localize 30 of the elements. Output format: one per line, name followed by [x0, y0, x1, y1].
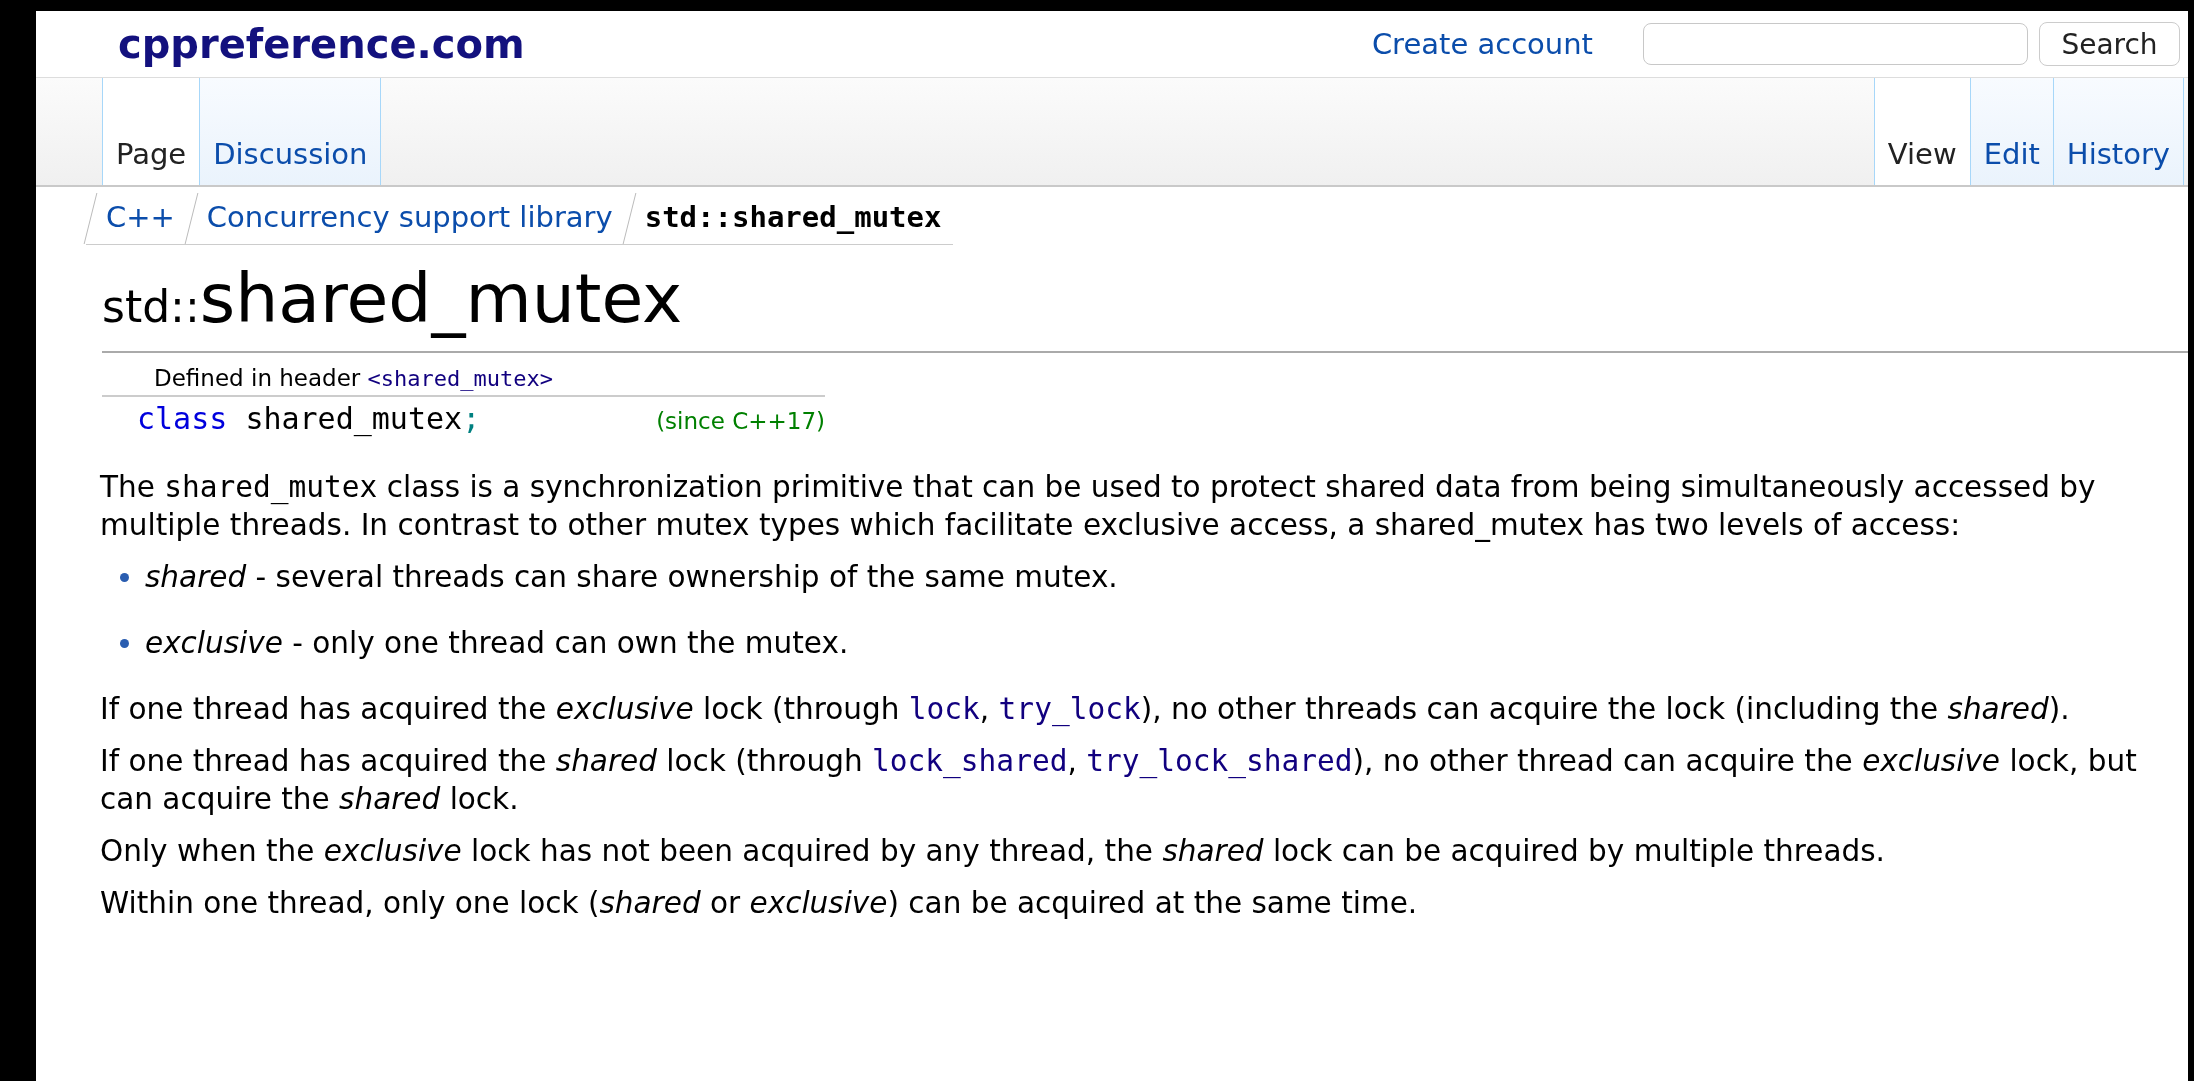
- code-link[interactable]: try_lock_shared: [1086, 744, 1353, 778]
- action-tab[interactable]: History: [2052, 78, 2184, 185]
- list-item: shared - several threads can share ownership of the same mutex.: [145, 559, 1118, 596]
- bullet-icon: [120, 638, 129, 648]
- paragraph: Only when the exclusive lock has not been acquired by any thread, the shared lock can be acquired by multiple threads.: [100, 833, 1886, 870]
- bullet-icon: [120, 572, 129, 582]
- action-tab[interactable]: Edit: [1969, 78, 2054, 185]
- header-label: Defined in header: [154, 365, 361, 391]
- code-link[interactable]: try_lock: [998, 692, 1141, 726]
- since-label: (since C++17): [656, 408, 825, 434]
- page-title: std::shared_mutex: [102, 259, 2188, 353]
- list-item: exclusive - only one thread can own the mutex.: [145, 625, 849, 662]
- breadcrumb-current[interactable]: std::shared_mutex: [624, 189, 954, 245]
- action-tab[interactable]: View: [1873, 78, 1971, 185]
- paragraph: If one thread has acquired the exclusive lock (through lock, try_lock), no other threads can acquire the lock (including the shared).: [100, 691, 2071, 728]
- class-declaration: class shared_mutex;: [137, 401, 481, 436]
- search-button[interactable]: Search: [2039, 22, 2180, 66]
- paragraph: The shared_mutex class is a synchronization primitive that can be used to protect shared data from being simultaneously accessed by multiple threads. In contrast to other mutex types which facilitate exclusive access, a shared_mutex has two levels of access:: [100, 469, 2097, 544]
- breadcrumb-link[interactable]: Concurrency support library: [186, 189, 625, 245]
- breadcrumb-link[interactable]: C++: [86, 189, 187, 245]
- page-tab[interactable]: Page: [102, 78, 201, 185]
- code-link[interactable]: lock_shared: [872, 744, 1068, 778]
- header-link[interactable]: <shared_mutex>: [367, 366, 554, 391]
- create-account-link[interactable]: Create account: [1371, 27, 1593, 61]
- paragraph: If one thread has acquired the shared lock (through lock_shared, try_lock_shared), no other thread can acquire the exclusive lock, but can acquire the shared lock.: [100, 743, 2138, 818]
- page-tab[interactable]: Discussion: [199, 78, 382, 185]
- search-field[interactable]: [1643, 23, 2028, 65]
- code-link[interactable]: lock: [908, 692, 980, 726]
- site-logo[interactable]: cppreference.com: [118, 21, 1372, 67]
- paragraph: Within one thread, only one lock (shared or exclusive) can be acquired at the same time.: [100, 885, 1419, 922]
